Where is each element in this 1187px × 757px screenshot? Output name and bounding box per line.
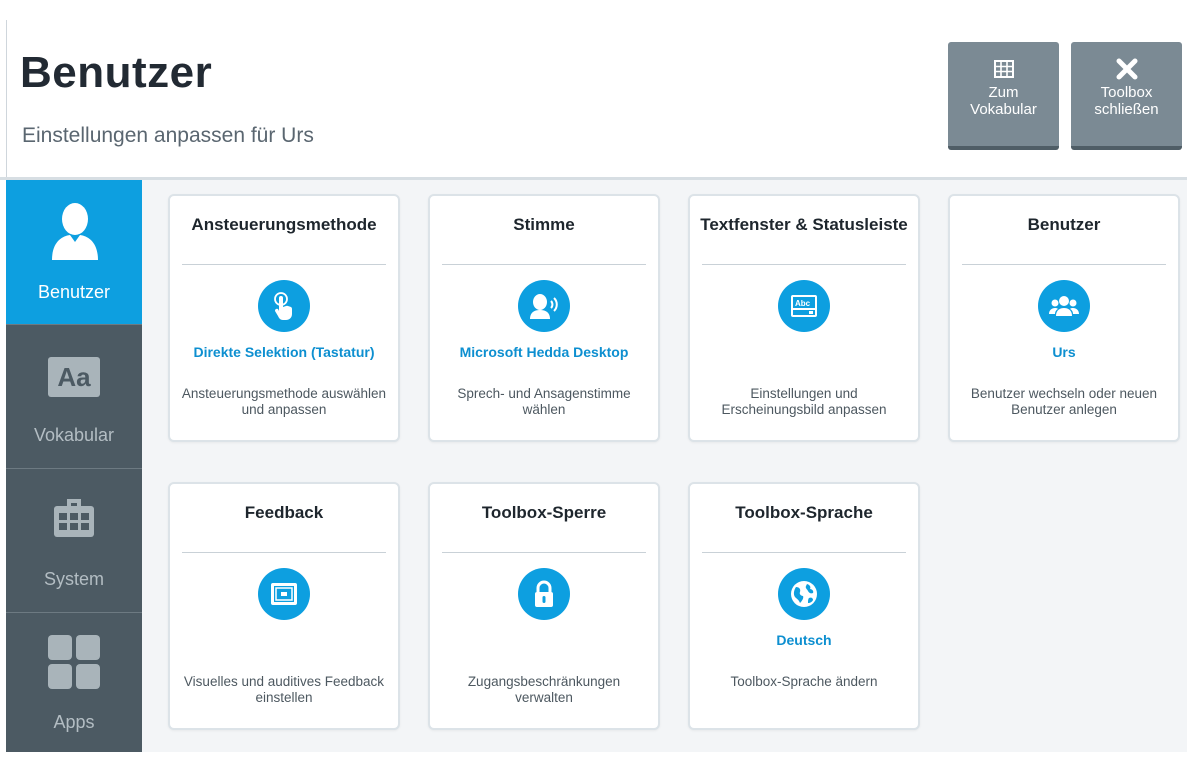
card-value: Urs <box>1052 344 1076 360</box>
card-title: Textfenster & Statusleiste <box>700 215 908 234</box>
sidebar-item-apps[interactable]: Apps <box>6 613 142 757</box>
page-subtitle: Einstellungen anpassen für Urs <box>22 124 314 147</box>
card-description: Toolbox-Sprache ändern <box>730 674 878 689</box>
lock-icon <box>518 568 570 620</box>
grid-icon <box>993 60 1014 78</box>
card-divider <box>182 552 386 553</box>
to-vocabulary-label-2: Vokabular <box>970 101 1037 118</box>
sidebar-item-vokabular[interactable]: Aa Vokabular <box>6 325 142 469</box>
to-vocabulary-label-1: Zum <box>988 84 1019 101</box>
card-title: Toolbox-Sperre <box>481 503 607 522</box>
card-value: Direkte Selektion (Tastatur) <box>193 344 375 360</box>
close-toolbox-label-2: schließen <box>1094 101 1159 118</box>
window-edge <box>6 20 7 180</box>
card-toolbox-sprache[interactable]: Toolbox-Sprache Deutsch Toolbox-Sprache … <box>688 482 920 730</box>
sidebar-item-system[interactable]: System <box>6 469 142 613</box>
toolbox-icon <box>54 499 94 537</box>
card-benutzer[interactable]: Benutzer Urs Benutzer wechseln oder neue… <box>948 194 1180 442</box>
touch-icon <box>258 280 310 332</box>
card-description: Benutzer wechseln oder neuen Benutzer an… <box>970 386 1158 417</box>
speaking-head-icon <box>518 280 570 332</box>
close-icon <box>1116 58 1137 80</box>
card-divider <box>442 552 646 553</box>
card-toolbox-sperre[interactable]: Toolbox-Sperre Zugangsbeschränkungen ver… <box>428 482 660 730</box>
sidebar-item-label: System <box>43 569 104 589</box>
text-window-icon-text: Abc <box>795 299 811 308</box>
card-description: Sprech- und Ansagenstimme wählen <box>457 386 631 417</box>
card-divider <box>962 264 1166 265</box>
sidebar-item-benutzer[interactable]: Benutzer <box>6 180 142 324</box>
card-divider <box>702 264 906 265</box>
card-feedback[interactable]: Feedback Visuelles und auditives Feedbac… <box>168 482 400 730</box>
feedback-screen-icon <box>258 568 310 620</box>
card-divider <box>442 264 646 265</box>
card-description: Ansteuerungsmethode auswählen und anpass… <box>181 386 387 417</box>
users-icon <box>1038 280 1090 332</box>
card-divider <box>702 552 906 553</box>
text-window-icon: Abc <box>778 280 830 332</box>
header: Benutzer Einstellungen anpassen für Urs … <box>0 0 1187 180</box>
globe-icon <box>778 568 830 620</box>
sidebar: Benutzer Aa Vokabular System Apps <box>6 180 142 752</box>
page-title: Benutzer <box>20 48 213 97</box>
card-title: Benutzer <box>1027 215 1101 234</box>
card-title: Stimme <box>513 215 575 234</box>
sidebar-item-label: Benutzer <box>37 282 111 302</box>
text-aa-icon: Aa <box>48 357 100 397</box>
user-icon <box>52 203 98 260</box>
apps-grid-icon <box>48 635 100 689</box>
card-title: Feedback <box>244 503 324 522</box>
card-stimme[interactable]: Stimme Microsoft Hedda Desktop Sprech- u… <box>428 194 660 442</box>
card-ansteuerungsmethode[interactable]: Ansteuerungsmethode Direkte Selektion (T… <box>168 194 400 442</box>
sidebar-item-label: Apps <box>53 712 95 732</box>
card-divider <box>182 264 386 265</box>
sidebar-item-label: Vokabular <box>33 425 115 445</box>
card-description: Visuelles und auditives Feedback einstel… <box>183 674 385 705</box>
card-title: Toolbox-Sprache <box>735 503 873 522</box>
card-description: Zugangsbeschränkungen verwalten <box>467 674 621 705</box>
card-value: Deutsch <box>776 632 832 648</box>
close-toolbox-label-1: Toolbox <box>1100 84 1153 101</box>
settings-grid: Ansteuerungsmethode Direkte Selektion (T… <box>142 180 1187 752</box>
card-description: Einstellungen und Erscheinungsbild anpas… <box>721 386 887 417</box>
card-textfenster-statusleiste[interactable]: Textfenster & Statusleiste Abc Einstellu… <box>688 194 920 442</box>
card-value: Microsoft Hedda Desktop <box>459 344 629 360</box>
to-vocabulary-button[interactable]: Zum Vokabular <box>948 42 1059 150</box>
close-toolbox-button[interactable]: Toolbox schließen <box>1071 42 1182 150</box>
card-title: Ansteuerungsmethode <box>191 215 377 234</box>
